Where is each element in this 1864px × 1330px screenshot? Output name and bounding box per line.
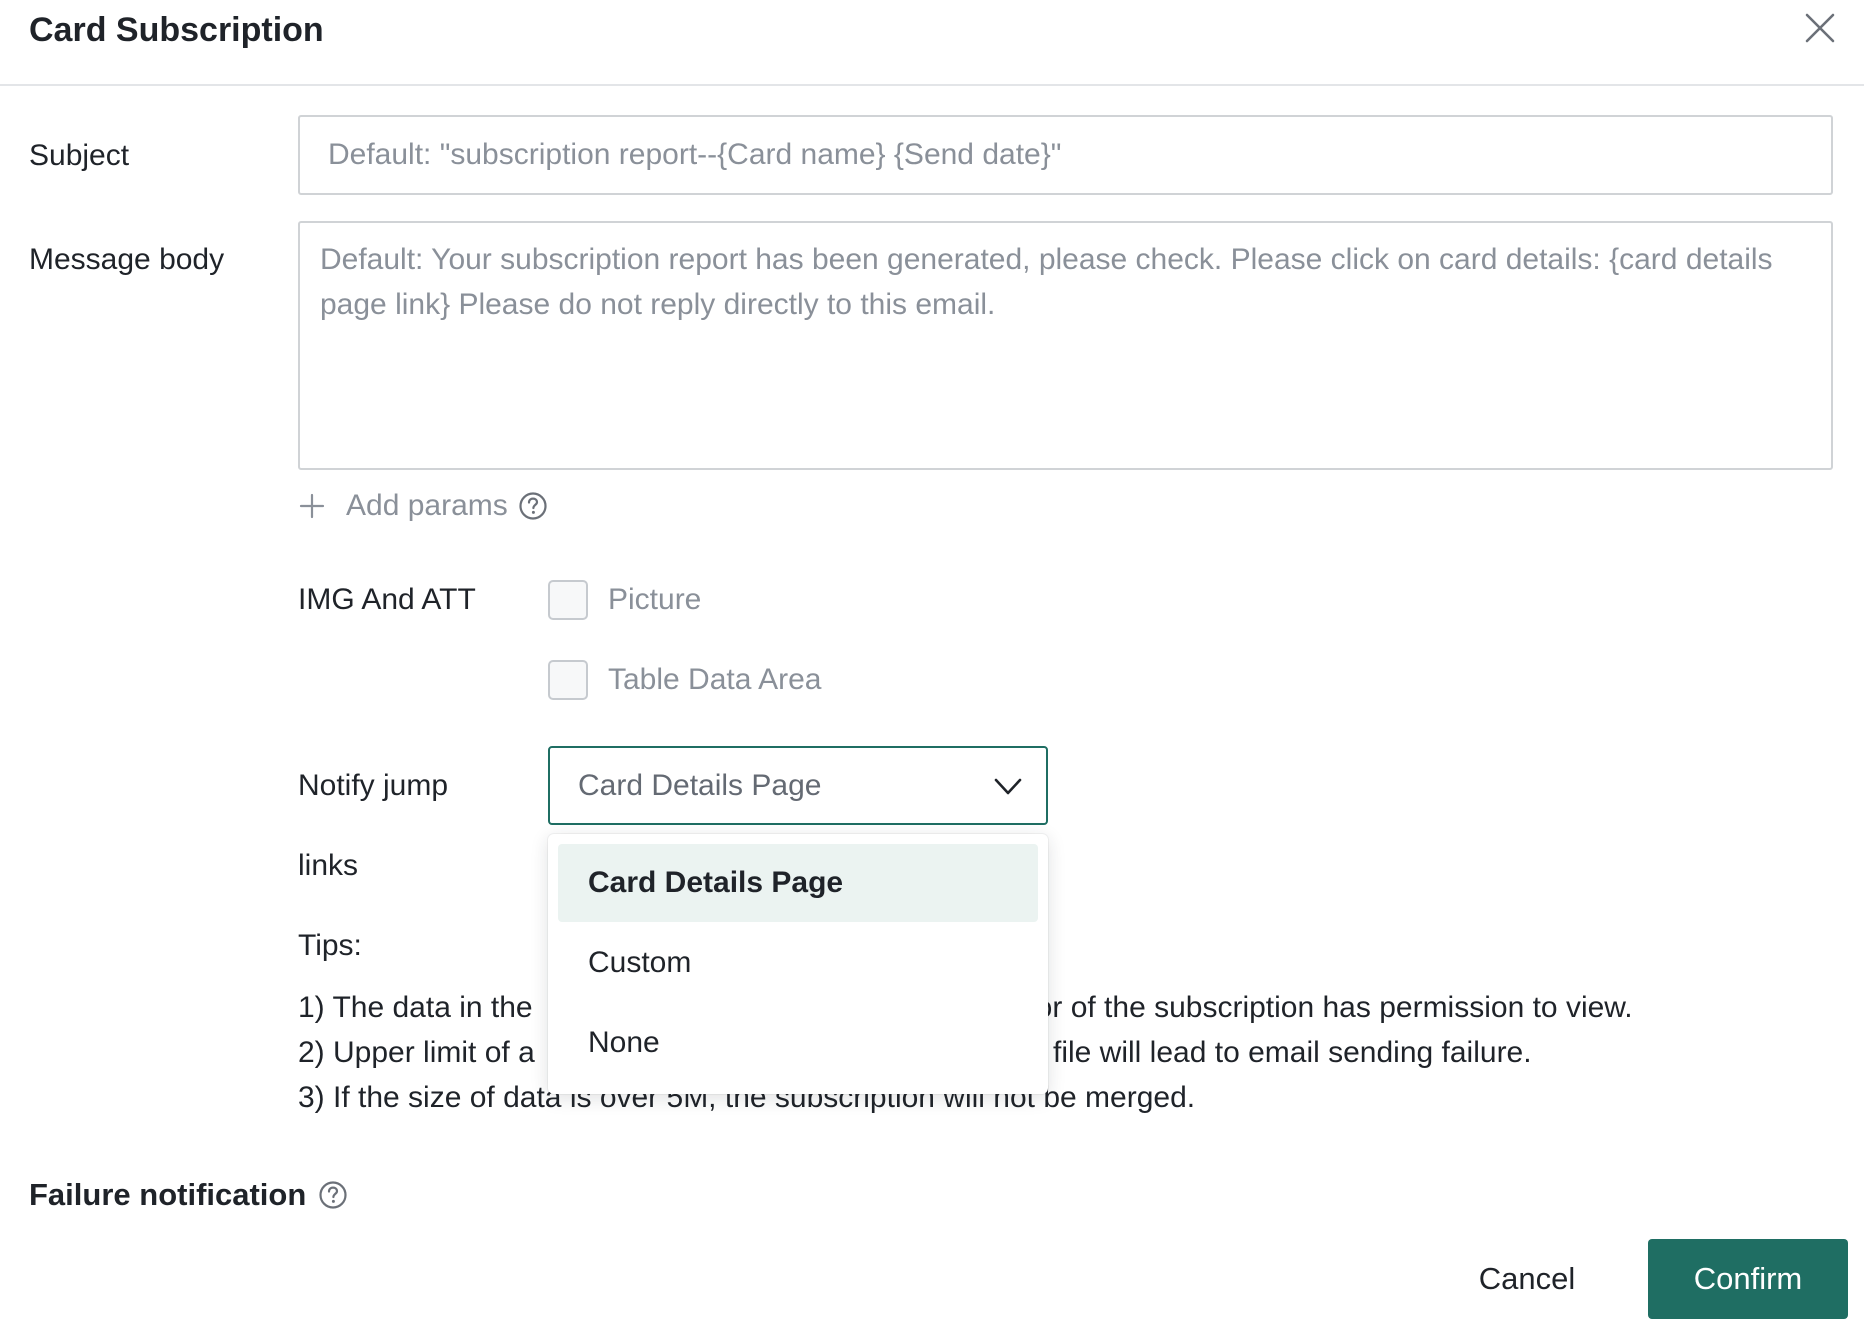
chevron-down-icon bbox=[994, 778, 1022, 795]
failure-notification-section: Failure notification bbox=[29, 1177, 348, 1213]
table-data-area-checkbox-label: Table Data Area bbox=[608, 663, 822, 696]
dropdown-option-none[interactable]: None bbox=[558, 1004, 1038, 1082]
notify-jump-dropdown: Card Details Page Custom None bbox=[548, 834, 1048, 1094]
tips-title: Tips: bbox=[298, 929, 362, 962]
question-circle-icon[interactable] bbox=[518, 491, 548, 521]
message-body-label: Message body bbox=[29, 243, 225, 276]
table-data-area-checkbox-row[interactable]: Table Data Area bbox=[548, 660, 821, 700]
notify-jump-label-links: links bbox=[298, 849, 359, 882]
tip-2-start: 2) Upper limit of a bbox=[298, 1036, 535, 1069]
message-body-textarea[interactable] bbox=[298, 221, 1833, 470]
img-and-att-label: IMG And ATT bbox=[298, 583, 476, 616]
tip-2-end: file will lead to email sending failure. bbox=[1053, 1036, 1532, 1069]
dropdown-option-custom[interactable]: Custom bbox=[558, 924, 1038, 1002]
add-params-label: Add params bbox=[346, 489, 508, 522]
picture-checkbox-label: Picture bbox=[608, 583, 702, 616]
dialog-header: Card Subscription bbox=[0, 0, 1864, 86]
card-subscription-dialog: Card Subscription Subject Message body A… bbox=[0, 0, 1864, 1330]
dialog-title: Card Subscription bbox=[29, 11, 324, 49]
plus-icon bbox=[299, 493, 325, 519]
table-data-area-checkbox[interactable] bbox=[548, 660, 588, 700]
confirm-button[interactable]: Confirm bbox=[1648, 1239, 1848, 1319]
notify-jump-select[interactable]: Card Details Page bbox=[548, 746, 1048, 825]
tip-1-end: nor of the subscription has permission t… bbox=[1019, 991, 1633, 1024]
dropdown-option-card-details-page[interactable]: Card Details Page bbox=[558, 844, 1038, 922]
failure-notification-label: Failure notification bbox=[29, 1177, 307, 1212]
picture-checkbox[interactable] bbox=[548, 580, 588, 620]
picture-checkbox-row[interactable]: Picture bbox=[548, 580, 701, 620]
notify-jump-label: Notify jump bbox=[298, 769, 449, 802]
question-circle-icon[interactable] bbox=[318, 1180, 348, 1210]
notify-jump-selected-value: Card Details Page bbox=[578, 769, 822, 802]
close-icon[interactable] bbox=[1802, 10, 1838, 46]
tip-1-start: 1) The data in the bbox=[298, 991, 533, 1024]
subject-input[interactable] bbox=[298, 115, 1833, 195]
add-params-button[interactable]: Add params bbox=[298, 488, 548, 524]
cancel-button[interactable]: Cancel bbox=[1462, 1239, 1592, 1319]
subject-label: Subject bbox=[29, 139, 130, 172]
